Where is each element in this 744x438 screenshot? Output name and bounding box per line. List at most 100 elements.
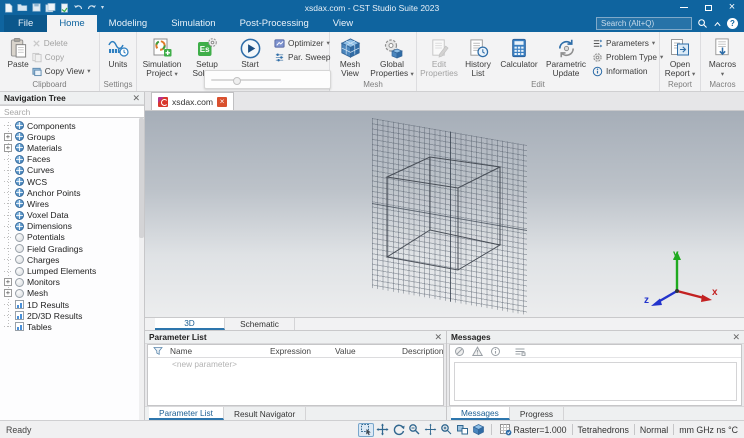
tree-item-monitors[interactable]: + Monitors [0, 277, 144, 288]
panel-tab-parameter-list[interactable]: Parameter List [149, 407, 224, 420]
paste-button[interactable]: Paste [7, 34, 30, 80]
information-button[interactable]: Information [592, 64, 656, 78]
viewport-3d[interactable]: x y z [145, 111, 744, 318]
tree-search-input[interactable] [0, 105, 144, 118]
global-properties-dropdown-icon[interactable]: ▾ [410, 71, 413, 78]
close-button[interactable]: × [720, 0, 744, 15]
view-tab-3d[interactable]: 3D [155, 318, 225, 330]
calculator-button[interactable]: Calculator [496, 34, 542, 80]
panel-tab-messages[interactable]: Messages [451, 407, 510, 420]
rotate-icon[interactable] [390, 423, 406, 437]
panel-tab-progress[interactable]: Progress [510, 407, 565, 420]
collapse-ribbon-icon[interactable] [713, 20, 722, 28]
status-units[interactable]: mm GHz ns °C [679, 425, 738, 435]
copy-view-button[interactable]: Copy View ▾ [32, 64, 91, 78]
open-report-button[interactable]: Open Report ▾ [661, 34, 699, 80]
tree-item-anchor-points[interactable]: Anchor Points [0, 187, 144, 198]
problem-type-button[interactable]: Problem Type ▾ [592, 50, 663, 64]
minimize-button[interactable] [672, 0, 696, 15]
zoom-select-icon[interactable] [406, 423, 422, 437]
tree-item-wcs[interactable]: WCS [0, 176, 144, 187]
tree-item-lumped-elements[interactable]: Lumped Elements [0, 265, 144, 276]
tree-item-groups[interactable]: + Groups [0, 131, 144, 142]
copy-button[interactable]: Copy [32, 50, 91, 64]
menu-tab-modeling[interactable]: Modeling [97, 15, 160, 32]
macros-button[interactable]: Macros ▾ [708, 34, 737, 80]
expand-toggle-icon[interactable]: + [4, 289, 12, 298]
tree-item-faces[interactable]: Faces [0, 154, 144, 165]
zoom-icon[interactable] [438, 423, 454, 437]
tree-item-charges[interactable]: Charges [0, 254, 144, 265]
open-file-icon[interactable] [17, 3, 28, 12]
funnel-icon[interactable] [150, 346, 170, 356]
tree-item-tables[interactable]: Tables [0, 321, 144, 332]
tree-scrollbar[interactable] [139, 118, 144, 420]
parameters-button[interactable]: Parameters ▾ [592, 36, 656, 50]
export-icon[interactable] [60, 2, 69, 13]
history-list-button[interactable]: History List [460, 34, 496, 80]
tree-item-field-gradings[interactable]: Field Gradings [0, 243, 144, 254]
move-icon[interactable] [374, 423, 390, 437]
expand-toggle-icon[interactable]: + [4, 278, 12, 287]
par-sweep-button[interactable]: Par. Sweep [274, 50, 330, 64]
tree-item-materials[interactable]: + Materials [0, 142, 144, 153]
menu-tab-simulation[interactable]: Simulation [159, 15, 227, 32]
open-report-dropdown-icon[interactable]: ▾ [692, 71, 695, 78]
menu-tab-view[interactable]: View [321, 15, 365, 32]
search-input[interactable]: Search (Alt+Q) [596, 17, 692, 30]
navigation-tree-close-icon[interactable]: ✕ [132, 93, 140, 103]
save-all-icon[interactable] [45, 2, 56, 13]
search-icon[interactable] [697, 18, 708, 29]
new-file-icon[interactable] [4, 2, 13, 13]
mesh-view-button[interactable]: Mesh View [331, 34, 369, 80]
raster-icon[interactable] [497, 423, 513, 437]
errors-icon[interactable] [454, 346, 465, 357]
tree-item-wires[interactable]: Wires [0, 198, 144, 209]
tree-item-potentials[interactable]: Potentials [0, 232, 144, 243]
simulation-project-button[interactable]: Simulation Project ▾ [138, 34, 186, 80]
parameter-list-close-icon[interactable]: ✕ [434, 332, 442, 342]
document-tab-close-icon[interactable]: × [217, 96, 228, 107]
parametric-update-button[interactable]: Parametric Update [542, 34, 590, 80]
edit-properties-button[interactable]: Edit Properties [418, 34, 460, 80]
help-icon[interactable]: ? [727, 18, 738, 29]
messages-close-icon[interactable]: ✕ [732, 332, 740, 342]
tree-item-dimensions[interactable]: Dimensions [0, 221, 144, 232]
undo-icon[interactable] [73, 3, 83, 12]
status-mesh-type[interactable]: Tetrahedrons [578, 425, 629, 435]
tree-item-curves[interactable]: Curves [0, 165, 144, 176]
menu-tab-post-processing[interactable]: Post-Processing [228, 15, 321, 32]
menu-tab-file[interactable]: File [4, 15, 48, 32]
tree-item-2d-3d-results[interactable]: 2D/3D Results [0, 310, 144, 321]
warnings-icon[interactable] [472, 345, 483, 357]
panel-tab-result-navigator[interactable]: Result Navigator [224, 407, 307, 420]
tree-item-voxel-data[interactable]: Voxel Data [0, 210, 144, 221]
status-mode[interactable]: Normal [640, 425, 668, 435]
pan-icon[interactable] [422, 423, 438, 437]
units-button[interactable]: Units [106, 34, 130, 80]
align-icon[interactable] [454, 423, 470, 437]
optimizer-button[interactable]: Optimizer ▾ [274, 36, 330, 50]
global-properties-button[interactable]: Global Properties ▾ [369, 34, 415, 80]
simulation-project-dropdown-icon[interactable]: ▾ [174, 71, 177, 78]
expand-toggle-icon[interactable]: + [4, 144, 12, 152]
macros-dropdown-icon[interactable]: ▾ [721, 71, 724, 78]
view-tab-schematic[interactable]: Schematic [225, 318, 295, 330]
redo-icon[interactable] [87, 3, 97, 12]
view-cube-icon[interactable] [470, 423, 486, 437]
tree-item-1d-results[interactable]: 1D Results [0, 299, 144, 310]
status-raster[interactable]: Raster=1.000 [513, 425, 566, 435]
menu-tab-home[interactable]: Home [47, 15, 97, 32]
message-options-icon[interactable] [514, 346, 526, 357]
delete-button[interactable]: Delete [32, 36, 91, 50]
tree-item-mesh[interactable]: + Mesh [0, 288, 144, 299]
document-tab[interactable]: xsdax.com × [151, 92, 235, 110]
expand-toggle-icon[interactable]: + [4, 133, 12, 141]
new-parameter-row[interactable]: <new parameter> [148, 358, 443, 370]
tree-item-components[interactable]: Components [0, 120, 144, 131]
info-messages-icon[interactable] [490, 346, 501, 357]
save-icon[interactable] [32, 3, 41, 12]
pick-icon[interactable] [358, 422, 375, 437]
parameters-dropdown-icon[interactable]: ▾ [652, 39, 655, 47]
copy-view-dropdown-icon[interactable]: ▾ [87, 67, 90, 75]
